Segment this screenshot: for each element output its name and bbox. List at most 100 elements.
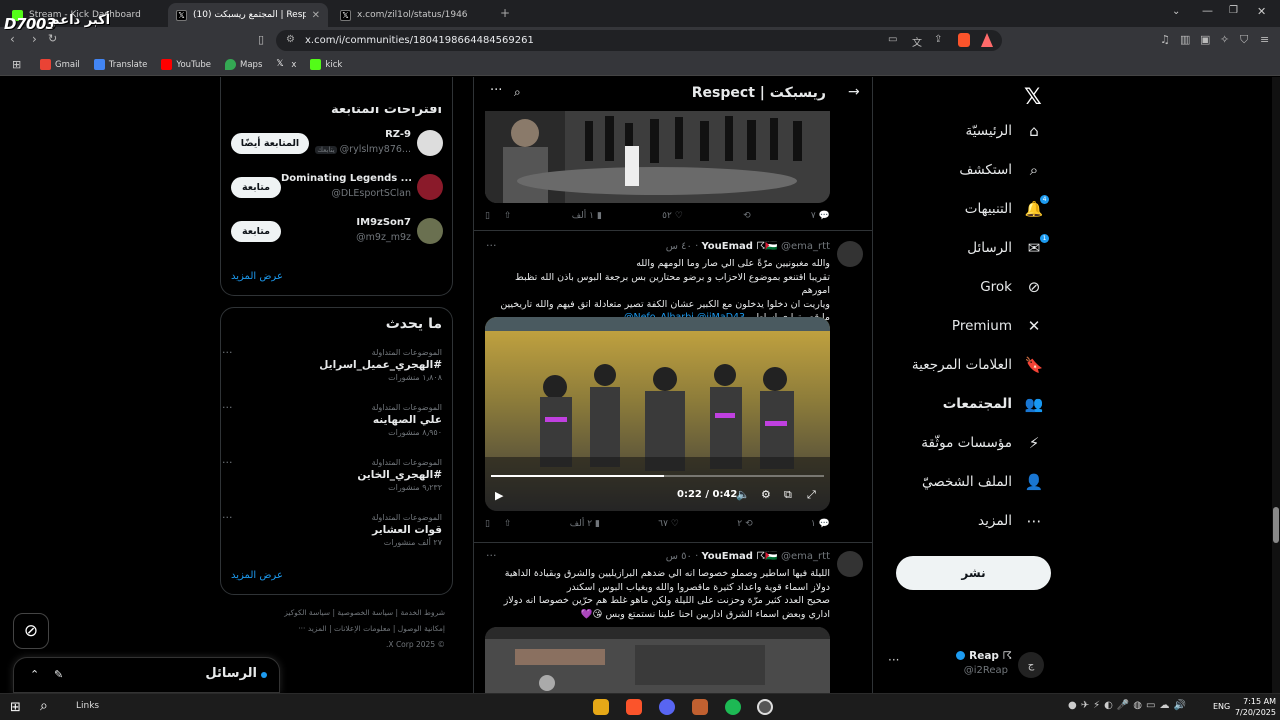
post-media-image[interactable] xyxy=(485,627,830,693)
new-message-icon[interactable]: ✎ xyxy=(54,668,63,681)
footer-link[interactable]: المزيد ··· xyxy=(298,624,326,633)
footer-link[interactable]: سياسة الخصوصية xyxy=(337,608,393,617)
bookmark-maps[interactable]: Maps xyxy=(225,59,262,70)
trend-more-icon[interactable]: ··· xyxy=(222,401,233,414)
nav-item-bookmark[interactable]: 🔖 العلامات المرجعية xyxy=(912,356,1044,374)
leo-ai-icon[interactable]: ✧ xyxy=(1220,33,1229,46)
system-tray-icons[interactable]: ●✈⚡◐🎤◍▭☁🔊 xyxy=(1068,700,1190,711)
retweet-button[interactable]: ⟲ xyxy=(743,211,751,221)
nav-item-communities[interactable]: 👥 المجتمعات xyxy=(943,395,1044,413)
retweet-button[interactable]: ٢ ⟲ xyxy=(737,519,752,529)
follow-suggestion[interactable]: IM9zSon7 @m9z_m9z متابعة xyxy=(221,215,452,249)
community-more-icon[interactable]: ··· xyxy=(490,83,502,98)
post[interactable]: YouEmad ☈🇵🇸 @ema_rtt · ٤٠ س ··· والله مغ… xyxy=(474,231,872,541)
trend-item[interactable]: الموضوعات المتداولة علي الصهاينه ٨٫٩٥٠ منش… xyxy=(222,401,442,437)
nav-item-search[interactable]: ⌕ استكشف xyxy=(959,161,1044,179)
vpn-icon[interactable]: ⛉ xyxy=(1240,33,1248,47)
like-button[interactable]: ٥٢ ♡ xyxy=(662,211,683,221)
footer-link[interactable]: سياسة الكوكيز xyxy=(284,608,330,617)
nav-item-lightning[interactable]: ⚡ مؤسسات موثّقة xyxy=(921,434,1044,452)
volume-icon[interactable]: 🔈 xyxy=(736,488,750,501)
suggestion-avatar[interactable] xyxy=(417,218,443,244)
nav-item-person[interactable]: 👤 الملف الشخصيّ xyxy=(922,473,1044,491)
post-button[interactable]: نشر xyxy=(896,556,1051,590)
cast-icon[interactable]: ▭ xyxy=(888,34,897,45)
post-author-name[interactable]: YouEmad ☈🇵🇸 xyxy=(701,241,777,252)
bookmark-kick[interactable]: kick xyxy=(310,59,342,70)
close-window-icon[interactable]: ✕ xyxy=(1257,5,1266,18)
video-progress-track[interactable] xyxy=(491,475,824,477)
post-avatar[interactable] xyxy=(837,551,863,577)
post-video-player[interactable]: ▶ 0:22 / 0:42 🔈 ⚙ ⧉ ⤢ xyxy=(485,317,830,511)
account-switcher[interactable]: ج Reap ☈ @i2Reap ··· xyxy=(886,647,1056,683)
play-icon[interactable]: ▶ xyxy=(495,489,503,502)
taskbar-search-label[interactable]: Links xyxy=(76,701,99,711)
trend-item[interactable]: الموضوعات المتداولة #الهجري_عميل_اسرايل ١٫… xyxy=(222,346,442,382)
brave-rewards-icon[interactable] xyxy=(981,33,993,47)
footer-link[interactable]: شروط الخدمة xyxy=(400,608,445,617)
tab-search-icon[interactable]: ⌄ xyxy=(1172,6,1180,17)
pip-icon[interactable]: ⧉ xyxy=(784,488,792,502)
close-tab-icon[interactable]: ✕ xyxy=(312,10,320,21)
forward-icon[interactable]: › xyxy=(32,32,37,46)
post[interactable]: YouEmad ☈🇵🇸 @ema_rtt · ٥٠ س ··· الليلة ف… xyxy=(474,543,872,693)
wallet-icon[interactable]: ▣ xyxy=(1200,33,1210,46)
windows-start-icon[interactable]: ⊞ xyxy=(10,700,21,715)
site-info-icon[interactable]: ⚙ xyxy=(286,34,295,45)
post-time[interactable]: ٥٠ س xyxy=(666,551,692,562)
follow-suggestion[interactable]: RZ-9 يتابعك @rylslmy876... المتابعة أيضًا xyxy=(221,127,452,161)
follow-suggestion[interactable]: Dominating Legends ... @DLEsportSClan متاب… xyxy=(221,171,452,205)
obs-icon[interactable] xyxy=(757,699,773,715)
trend-more-icon[interactable]: ··· xyxy=(222,346,233,359)
suggestion-avatar[interactable] xyxy=(417,174,443,200)
post-more-icon[interactable]: ··· xyxy=(486,239,497,252)
reload-icon[interactable]: ↻ xyxy=(48,32,57,45)
follow-button[interactable]: متابعة xyxy=(231,177,281,198)
share-icon[interactable]: ⇪ xyxy=(934,34,942,45)
post-avatar[interactable] xyxy=(837,241,863,267)
language-indicator[interactable]: ENG xyxy=(1213,702,1230,711)
post-time[interactable]: ٤٠ س xyxy=(666,241,692,252)
nav-item-mail[interactable]: ✉ 1 الرسائل xyxy=(967,234,1049,257)
x-logo-icon[interactable]: 𝕏 xyxy=(1024,85,1042,110)
nav-item-bell[interactable]: 🔔 4 التنبيهات xyxy=(965,195,1049,218)
brave-taskbar-icon[interactable] xyxy=(626,699,642,715)
community-search-icon[interactable]: ⌕ xyxy=(514,85,521,100)
brave-shield-icon[interactable] xyxy=(958,33,970,47)
bookmark-gmail[interactable]: Gmail xyxy=(40,59,80,70)
reply-button[interactable]: ١ 💬 xyxy=(811,519,830,529)
footer-link[interactable]: معلومات الإعلانات xyxy=(334,624,390,633)
tab-respect-community[interactable]: 𝕏 (10) المجتمع ريسبكت | Respect / X ✕ xyxy=(168,3,328,27)
trend-item[interactable]: الموضوعات المتداولة #الهجري_الخاين ٩٫٢٣٢ م… xyxy=(222,456,442,492)
back-icon[interactable]: ‹ xyxy=(10,32,15,46)
translate-icon[interactable]: 文 xyxy=(912,34,922,49)
grok-floating-button[interactable]: ⊘ xyxy=(13,613,49,649)
bookmark-youtube[interactable]: YouTube xyxy=(161,59,211,70)
taskbar-search-icon[interactable]: ⌕ xyxy=(40,698,48,714)
video-settings-icon[interactable]: ⚙ xyxy=(761,488,771,501)
follow-show-more-link[interactable]: عرض المزيد xyxy=(231,271,283,282)
post-media-image[interactable] xyxy=(485,111,830,203)
trend-item[interactable]: الموضوعات المتداولة قوات العشاير ٢٧ ألف من… xyxy=(222,511,442,547)
follow-button[interactable]: متابعة xyxy=(231,221,281,242)
follow-button[interactable]: المتابعة أيضًا xyxy=(231,133,309,154)
clock[interactable]: 7:15 AM 7/20/2025 xyxy=(1230,696,1276,718)
expand-icon[interactable]: ⌃ xyxy=(30,668,39,681)
footer-link[interactable]: إمكانية الوصول xyxy=(398,624,445,633)
bookmark-page-icon[interactable]: ▯ xyxy=(258,33,264,46)
views-button[interactable]: ٢ ألف ▮ xyxy=(570,519,600,529)
back-arrow-icon[interactable]: → xyxy=(848,84,860,100)
nav-item-more-circle[interactable]: ⋯ المزيد xyxy=(978,512,1044,530)
address-bar[interactable]: ⚙ x.com/i/communities/180419866448456926… xyxy=(276,30,1002,51)
post-author-handle[interactable]: @ema_rtt xyxy=(781,551,830,562)
nav-item-x-logo[interactable]: ✕ Premium xyxy=(952,317,1044,335)
nav-item-home[interactable]: ⌂ الرئيسيّة xyxy=(966,122,1045,140)
bookmark-translate[interactable]: Translate xyxy=(93,59,147,70)
share-post-icon[interactable]: ⇧ xyxy=(504,211,512,221)
minimize-icon[interactable]: — xyxy=(1202,4,1213,17)
trends-show-more-link[interactable]: عرض المزيد xyxy=(231,570,283,581)
bookmark-x[interactable]: 𝕏x xyxy=(276,59,296,70)
trend-more-icon[interactable]: ··· xyxy=(222,456,233,469)
sidebar-toggle-icon[interactable]: ▥ xyxy=(1180,33,1190,46)
menu-icon[interactable]: ≡ xyxy=(1260,33,1269,46)
